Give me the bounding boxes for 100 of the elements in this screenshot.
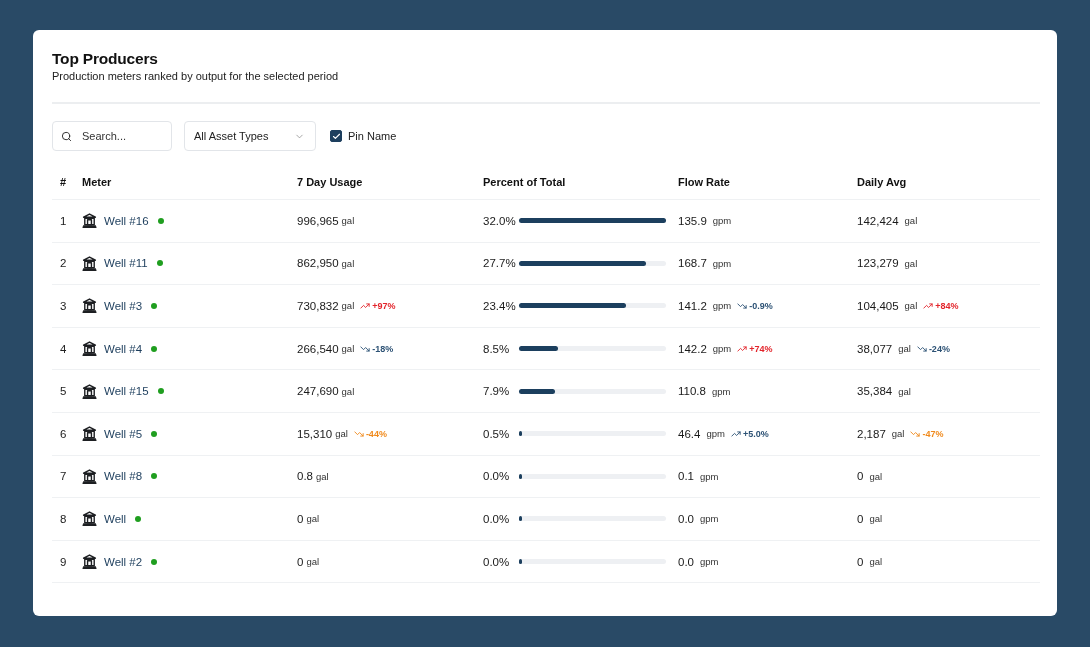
- unit-label: gal: [869, 470, 883, 482]
- unit-label: gal: [341, 257, 355, 269]
- usage-value: 0: [297, 512, 304, 525]
- flow-value: 0.1: [678, 470, 694, 483]
- usage-value: 730,832: [297, 300, 339, 312]
- search-icon: [61, 130, 72, 142]
- percent-value: 7.9%: [483, 385, 511, 398]
- daily-value: 35,384: [857, 385, 893, 398]
- flow-value: 168.7: [678, 257, 707, 270]
- trend-label: +74%: [749, 343, 773, 354]
- flow-value: 0.0: [678, 555, 694, 568]
- column-header: Percent of Total: [483, 175, 566, 188]
- building-icon: [82, 341, 97, 357]
- flow-value: 135.9: [678, 214, 707, 227]
- column-header: Meter: [82, 175, 112, 188]
- trend-label: +84%: [935, 301, 959, 311]
- daily-value: 2,187: [857, 427, 886, 440]
- unit-label: gal: [316, 470, 329, 482]
- flow-value: 110.8: [678, 385, 706, 398]
- meter-link[interactable]: Well #4: [104, 342, 143, 355]
- unit-label: gal: [335, 428, 348, 440]
- check-icon: [331, 131, 341, 141]
- unit-label: gal: [898, 385, 911, 397]
- daily-value: 123,279: [857, 257, 899, 270]
- trend-label: +97%: [372, 301, 396, 311]
- rank-number: 2: [60, 257, 67, 270]
- meter-link[interactable]: Well #5: [104, 427, 143, 440]
- building-icon: [82, 298, 97, 314]
- percent-value: 8.5%: [483, 342, 511, 355]
- trend-label: -44%: [365, 428, 387, 439]
- checkbox-label: Pin Name: [348, 130, 397, 142]
- usage-value: 996,965: [297, 214, 339, 227]
- rank-number: 5: [60, 385, 67, 398]
- building-icon: [82, 511, 97, 527]
- building-icon: [82, 383, 97, 399]
- unit-label: gal: [341, 215, 355, 227]
- meter-link[interactable]: Well: [104, 512, 127, 525]
- meter-link[interactable]: Well #15: [104, 385, 149, 398]
- unit-label: gpm: [700, 470, 719, 482]
- column-header: #: [60, 175, 67, 188]
- building-icon: [82, 468, 97, 484]
- rank-number: 8: [60, 512, 67, 525]
- unit-label: gal: [306, 513, 320, 525]
- meter-link[interactable]: Well #8: [104, 470, 143, 483]
- unit-label: gal: [891, 428, 905, 440]
- search-field[interactable]: Search...: [52, 121, 172, 151]
- unit-label: gal: [341, 343, 355, 355]
- unit-label: gpm: [712, 215, 732, 227]
- percent-value: 23.4%: [483, 300, 517, 312]
- percent-value: 0.0%: [483, 470, 511, 483]
- unit-label: gpm: [700, 556, 719, 568]
- trend-label: +5.0%: [742, 428, 769, 439]
- unit-label: gal: [869, 556, 883, 568]
- daily-value: 0: [857, 512, 864, 525]
- rank-number: 6: [60, 427, 67, 440]
- meter-link[interactable]: Well #3: [104, 300, 143, 312]
- unit-label: gal: [904, 257, 918, 269]
- usage-value: 862,950: [297, 257, 339, 270]
- building-icon: [82, 213, 97, 229]
- meter-link[interactable]: Well #2: [104, 555, 143, 568]
- unit-label: gpm: [712, 300, 732, 312]
- rank-number: 1: [60, 214, 67, 227]
- unit-label: gal: [341, 385, 355, 397]
- rank-number: 7: [60, 470, 67, 483]
- asset-type-dropdown[interactable]: All Asset Types: [184, 121, 316, 151]
- rank-number: 9: [60, 555, 67, 568]
- daily-value: 104,405: [857, 300, 899, 312]
- column-header: Daily Avg: [857, 175, 907, 188]
- unit-label: gal: [869, 513, 883, 525]
- daily-value: 0: [857, 470, 864, 483]
- percent-value: 27.7%: [483, 257, 517, 270]
- building-icon: [82, 255, 97, 271]
- daily-value: 142,424: [857, 214, 899, 227]
- pin-name-checkbox[interactable]: [330, 130, 342, 142]
- usage-value: 15,310: [297, 427, 333, 440]
- percent-value: 0.5%: [483, 427, 511, 440]
- unit-label: gal: [898, 343, 911, 355]
- flow-value: 0.0: [678, 512, 694, 525]
- trend-label: -0.9%: [749, 301, 773, 311]
- unit-label: gpm: [706, 428, 725, 440]
- flow-value: 46.4: [678, 427, 701, 440]
- unit-label: gal: [341, 300, 355, 312]
- usage-value: 0.8: [297, 470, 313, 483]
- percent-value: 32.0%: [483, 214, 517, 227]
- card-subtitle: Production meters ranked by output for the selected period: [52, 69, 339, 84]
- percent-value: 0.0%: [483, 512, 511, 525]
- usage-value: 0: [297, 555, 304, 568]
- meter-link[interactable]: Well #11: [104, 257, 148, 270]
- flow-value: 141.2: [678, 300, 707, 312]
- column-header: Flow Rate: [678, 175, 730, 188]
- trend-label: -18%: [372, 343, 394, 354]
- daily-value: 0: [857, 555, 864, 568]
- usage-value: 247,690: [297, 385, 339, 398]
- unit-label: gpm: [700, 513, 719, 525]
- meter-link[interactable]: Well #16: [104, 214, 149, 227]
- unit-label: gal: [306, 556, 320, 568]
- usage-value: 266,540: [297, 342, 339, 355]
- trend-label: -47%: [922, 428, 944, 439]
- column-header: 7 Day Usage: [297, 175, 363, 188]
- unit-label: gpm: [712, 343, 732, 355]
